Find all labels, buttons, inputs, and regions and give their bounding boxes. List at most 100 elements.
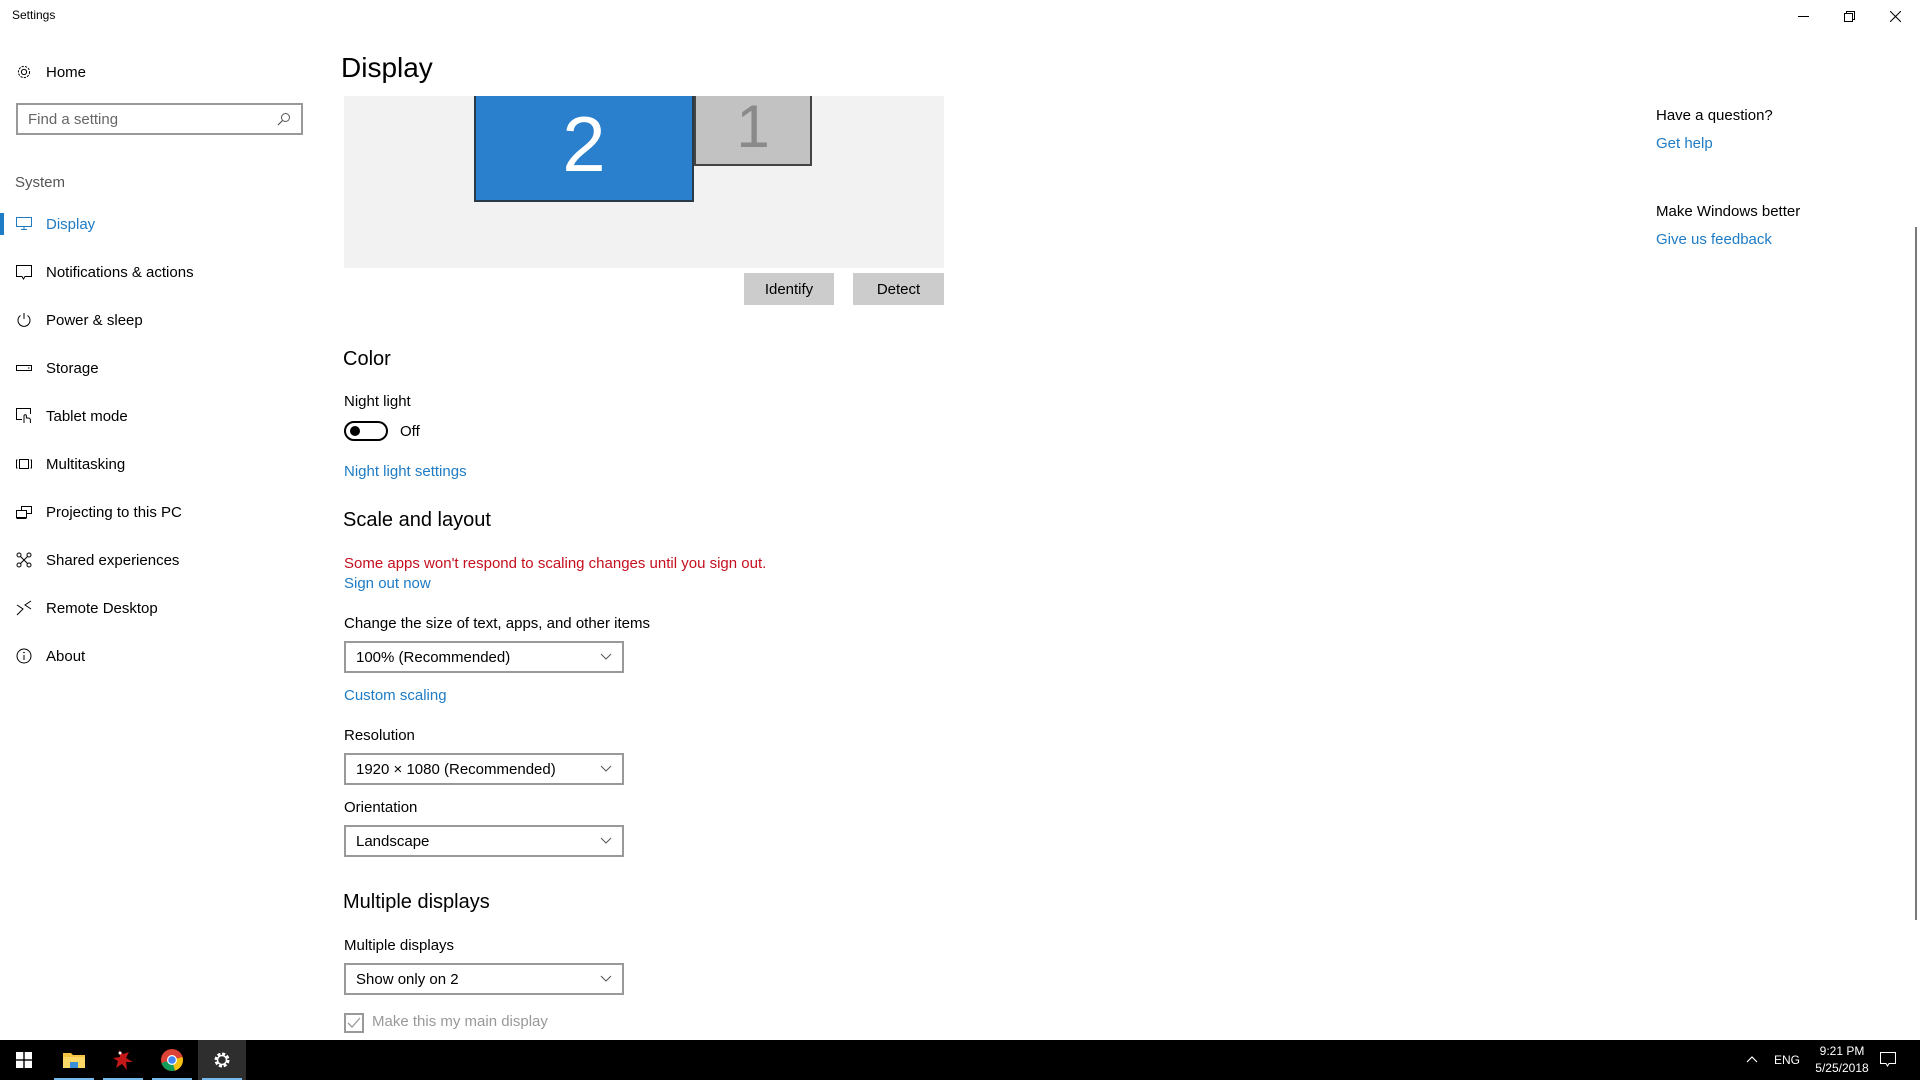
multiple-displays-label: Multiple displays — [344, 937, 455, 954]
orientation-dropdown[interactable]: Landscape — [344, 825, 624, 857]
sidebar-item-multitasking[interactable]: Multitasking — [0, 442, 320, 486]
identify-button[interactable]: Identify — [744, 273, 834, 305]
clock-date[interactable]: 5/25/2018 — [1806, 1061, 1878, 1075]
resolution-dropdown[interactable]: 1920 × 1080 (Recommended) — [344, 753, 624, 785]
checkmark-icon — [347, 1017, 361, 1028]
chrome-icon — [161, 1049, 183, 1071]
multitasking-icon — [16, 456, 32, 472]
home-nav-item[interactable]: Home — [16, 60, 86, 84]
storage-icon — [16, 360, 32, 376]
sidebar-item-label: Remote Desktop — [46, 599, 158, 617]
orientation-label: Orientation — [344, 799, 418, 816]
color-heading: Color — [343, 348, 391, 370]
close-button[interactable] — [1872, 0, 1918, 32]
toggle-knob — [350, 426, 360, 436]
sidebar-item-label: Notifications & actions — [46, 263, 194, 281]
night-light-state: Off — [400, 423, 420, 440]
get-help-link[interactable]: Get help — [1656, 135, 1713, 152]
chevron-down-icon — [600, 765, 612, 772]
display-arrangement-preview: 2 1 — [344, 96, 944, 268]
detect-button[interactable]: Detect — [853, 273, 944, 305]
sidebar-item-label: Shared experiences — [46, 551, 180, 569]
search-icon[interactable] — [277, 112, 291, 126]
sidebar-item-projecting[interactable]: Projecting to this PC — [0, 490, 320, 534]
taskbar-chrome[interactable] — [148, 1040, 196, 1080]
night-light-settings-link[interactable]: Night light settings — [344, 463, 467, 480]
start-button[interactable] — [0, 1040, 48, 1080]
sidebar-item-display[interactable]: Display — [0, 202, 320, 246]
scale-layout-heading: Scale and layout — [343, 509, 491, 531]
monitor-icon — [16, 216, 32, 232]
scale-dropdown[interactable]: 100% (Recommended) — [344, 641, 624, 673]
night-light-toggle[interactable] — [344, 421, 388, 441]
scrollbar[interactable] — [1915, 227, 1917, 920]
sidebar-item-label: About — [46, 647, 86, 665]
sidebar-item-power[interactable]: Power & sleep — [0, 298, 320, 342]
sidebar-item-storage[interactable]: Storage — [0, 346, 320, 390]
night-light-label: Night light — [344, 393, 411, 410]
orientation-value: Landscape — [356, 832, 430, 850]
sidebar-item-tablet-mode[interactable]: Tablet mode — [0, 394, 320, 438]
info-icon — [16, 648, 32, 664]
gear-icon — [214, 1052, 230, 1068]
sidebar-item-label: Projecting to this PC — [46, 503, 182, 521]
resolution-value: 1920 × 1080 (Recommended) — [356, 760, 556, 778]
search-input[interactable] — [28, 110, 277, 128]
sidebar-item-label: Tablet mode — [46, 407, 128, 425]
sidebar-item-label: Storage — [46, 359, 99, 377]
restore-button[interactable] — [1826, 0, 1872, 32]
sidebar-item-label: Power & sleep — [46, 311, 143, 329]
give-feedback-link[interactable]: Give us feedback — [1656, 231, 1772, 248]
minimize-icon — [1797, 15, 1809, 17]
multiple-displays-dropdown[interactable]: Show only on 2 — [344, 963, 624, 995]
custom-scaling-link[interactable]: Custom scaling — [344, 687, 447, 704]
taskbar-file-explorer[interactable] — [50, 1040, 98, 1080]
taskbar-red-app[interactable] — [99, 1040, 147, 1080]
taskbar: ENG 9:21 PM 5/25/2018 — [0, 1040, 1920, 1080]
section-label-system: System — [15, 174, 66, 191]
chevron-up-icon[interactable] — [1746, 1055, 1758, 1063]
home-label: Home — [46, 63, 87, 81]
scaling-warning: Some apps won't respond to scaling chang… — [344, 555, 767, 572]
main-display-checkbox[interactable] — [344, 1013, 364, 1033]
taskbar-settings[interactable] — [198, 1040, 246, 1080]
chevron-down-icon — [600, 653, 612, 660]
shared-experiences-icon — [16, 552, 32, 568]
action-center-icon[interactable] — [1880, 1052, 1896, 1068]
remote-desktop-icon — [16, 600, 32, 616]
make-windows-better-heading: Make Windows better — [1656, 203, 1801, 220]
language-indicator[interactable]: ENG — [1774, 1053, 1800, 1067]
sidebar-item-remote-desktop[interactable]: Remote Desktop — [0, 586, 320, 630]
monitor-number: 2 — [562, 99, 606, 188]
sidebar-item-shared-experiences[interactable]: Shared experiences — [0, 538, 320, 582]
scale-size-label: Change the size of text, apps, and other… — [344, 615, 651, 632]
minimize-button[interactable] — [1780, 0, 1826, 32]
sidebar-item-label: Display — [46, 215, 96, 233]
search-box[interactable] — [16, 103, 303, 135]
page-title: Display — [341, 52, 433, 83]
multiple-displays-heading: Multiple displays — [343, 891, 490, 913]
projecting-icon — [16, 504, 32, 520]
question-heading: Have a question? — [1656, 107, 1773, 124]
chevron-down-icon — [600, 837, 612, 844]
monitor-2-tile[interactable]: 2 — [474, 96, 694, 202]
windows-logo-icon — [16, 1052, 32, 1068]
sign-out-link[interactable]: Sign out now — [344, 575, 431, 592]
window-title: Settings — [12, 8, 56, 22]
multiple-displays-value: Show only on 2 — [356, 970, 459, 988]
sidebar-item-label: Multitasking — [46, 455, 126, 473]
notification-icon — [16, 264, 32, 280]
gear-icon — [17, 65, 31, 79]
folder-icon — [63, 1053, 85, 1068]
monitor-1-tile[interactable]: 1 — [694, 96, 812, 166]
close-icon — [1889, 10, 1901, 22]
sidebar-item-about[interactable]: About — [0, 634, 320, 678]
power-icon — [16, 312, 32, 328]
tablet-mode-icon — [16, 408, 32, 424]
red-figure-icon — [113, 1050, 133, 1070]
sidebar-item-notifications[interactable]: Notifications & actions — [0, 250, 320, 294]
resolution-label: Resolution — [344, 727, 415, 744]
main-display-label: Make this my main display — [372, 1013, 548, 1030]
clock-time[interactable]: 9:21 PM — [1812, 1044, 1872, 1058]
restore-icon — [1843, 10, 1855, 22]
